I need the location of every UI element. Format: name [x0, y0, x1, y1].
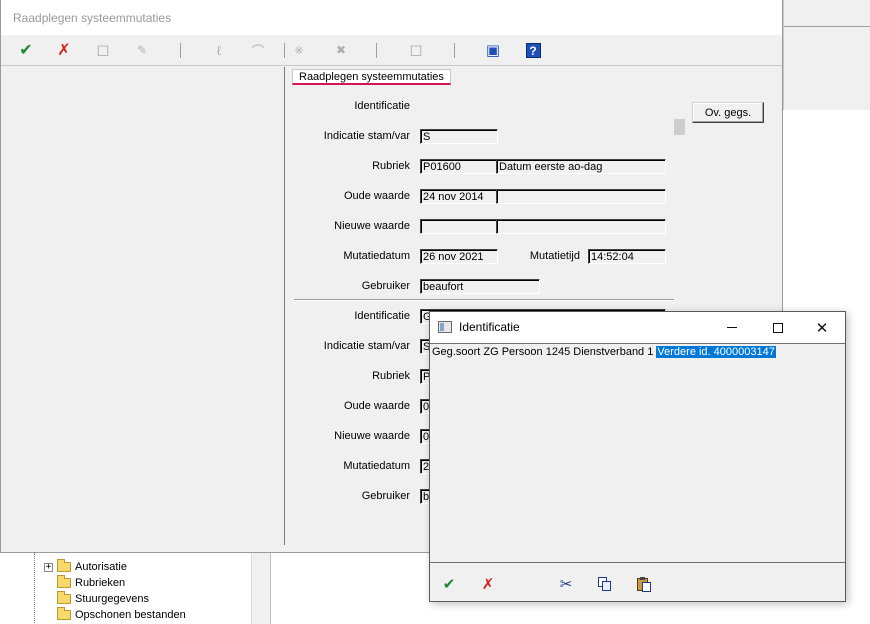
tree-item-label: Stuurgegevens [75, 593, 149, 605]
tree-item-stuurgegevens[interactable]: Stuurgegevens [57, 591, 149, 607]
nieuwe-waarde-field-2[interactable] [496, 219, 666, 234]
maximize-button[interactable] [755, 312, 801, 343]
indicatie-label-2: Indicatie stam/var [323, 340, 410, 352]
copy-icon[interactable] [594, 573, 616, 595]
paste-icon[interactable] [633, 573, 655, 595]
cross-icon[interactable]: ✗ [53, 39, 75, 61]
dialog-title: Identificatie [459, 320, 520, 334]
mutatiedatum-label-2: Mutatiedatum [343, 460, 410, 472]
maximize-icon [773, 322, 783, 333]
oude-waarde-field-2[interactable] [496, 189, 666, 204]
form-scrollbar[interactable] [673, 114, 685, 294]
identificatie-dialog: Identificatie ✕ Geg.soort ZG Persoon 124… [429, 311, 846, 602]
checkmark-icon[interactable]: ✔ [15, 39, 37, 61]
rubriek-label: Rubriek [372, 160, 410, 172]
delete-icon[interactable]: ✖ [330, 39, 352, 61]
rubriek-label-2: Rubriek [372, 370, 410, 382]
blank-page-icon[interactable]: ◻ [92, 39, 114, 61]
tree-item-autorisatie[interactable]: + Autorisatie [44, 559, 127, 575]
window-title: Raadplegen systeemmutaties [13, 11, 172, 25]
identificatie-text-area[interactable]: Geg.soort ZG Persoon 1245 Dienstverband … [430, 343, 845, 563]
expand-icon[interactable]: + [44, 562, 53, 572]
dialog-toolbar: ✔ ✗ ✂ [430, 570, 845, 598]
oude-waarde-label: Oude waarde [343, 190, 410, 202]
toolbar-separator [376, 43, 377, 58]
scissors-icon[interactable]: ✂ [555, 573, 577, 595]
grid-icon[interactable]: ▣ [482, 39, 504, 61]
tree-item-label: Autorisatie [75, 561, 127, 573]
checkmark-icon[interactable]: ✔ [438, 573, 460, 595]
gebruiker-label-2: Gebruiker [361, 490, 410, 502]
toolbar-separator [180, 43, 181, 58]
eraser-icon[interactable]: ⌒ [247, 39, 269, 61]
rubriek-code-field[interactable]: P01600 [420, 159, 498, 174]
folder-icon [57, 607, 71, 620]
background-scrollbar[interactable] [251, 548, 271, 624]
main-toolbar: ✔ ✗ ◻ ✎ ℓ ⌒ ※ ✖ ◻ ▣ ? [1, 35, 782, 66]
identificatie-label: Identificatie [354, 100, 410, 112]
rubriek-omschrijving-field[interactable]: Datum eerste ao-dag [496, 159, 666, 174]
left-navigation-panel [5, 67, 285, 545]
scrollbar-thumb[interactable] [674, 119, 685, 135]
nieuwe-waarde-field[interactable] [420, 219, 498, 234]
background-window-strip [783, 0, 870, 110]
tree-item-opschonen[interactable]: Opschonen bestanden [57, 607, 186, 623]
tab-raadplegen[interactable]: Raadplegen systeemmutaties [292, 69, 451, 85]
tree-item-rubrieken[interactable]: Rubrieken [57, 575, 125, 591]
help-icon[interactable]: ? [522, 39, 544, 61]
tree-item-label: Rubrieken [75, 577, 126, 589]
window-icon [438, 321, 452, 333]
oude-waarde-label-2: Oude waarde [343, 400, 410, 412]
gebruiker-field[interactable]: beaufort [420, 279, 540, 294]
record-separator [294, 299, 674, 301]
toolbar-separator [454, 43, 455, 58]
gebruiker-label: Gebruiker [361, 280, 410, 292]
cross-icon[interactable]: ✗ [477, 573, 499, 595]
close-icon: ✕ [815, 319, 829, 337]
oude-waarde-field[interactable]: 24 nov 2014 [420, 189, 498, 204]
edit-list-icon[interactable]: ✎ [131, 39, 153, 61]
mutatietijd-field[interactable]: 14:52:04 [588, 249, 666, 264]
close-button[interactable]: ✕ [799, 312, 845, 343]
selected-text: Verdere id. 4000003147 [656, 346, 776, 358]
mutatietijd-label: Mutatietijd [529, 250, 580, 262]
folder-icon [57, 559, 71, 572]
window-icon[interactable]: ◻ [405, 39, 427, 61]
minimize-icon [727, 327, 737, 328]
nieuwe-waarde-label: Nieuwe waarde [334, 220, 410, 232]
folder-icon [57, 591, 71, 604]
tree-connector [34, 553, 35, 623]
indicatie-field[interactable]: S [420, 129, 498, 144]
insert-icon[interactable]: ※ [288, 39, 310, 61]
minimize-button[interactable] [709, 312, 755, 343]
identificatie-label-2: Identificatie [354, 310, 410, 322]
tree-item-label: Opschonen bestanden [75, 609, 186, 621]
mutatiedatum-label: Mutatiedatum [343, 250, 410, 262]
indicatie-label: Indicatie stam/var [323, 130, 410, 142]
main-window-titlebar[interactable]: Raadplegen systeemmutaties [1, 0, 782, 35]
ov-gegs-button[interactable]: Ov. gegs. [692, 102, 764, 123]
identificatie-text: Geg.soort ZG Persoon 1245 Dienstverband … [432, 346, 657, 358]
nieuwe-waarde-label-2: Nieuwe waarde [334, 430, 410, 442]
toolbar-separator [284, 43, 285, 58]
folder-icon [57, 575, 71, 588]
pen-icon[interactable]: ℓ [208, 39, 230, 61]
dialog-titlebar[interactable]: Identificatie ✕ [430, 312, 845, 343]
